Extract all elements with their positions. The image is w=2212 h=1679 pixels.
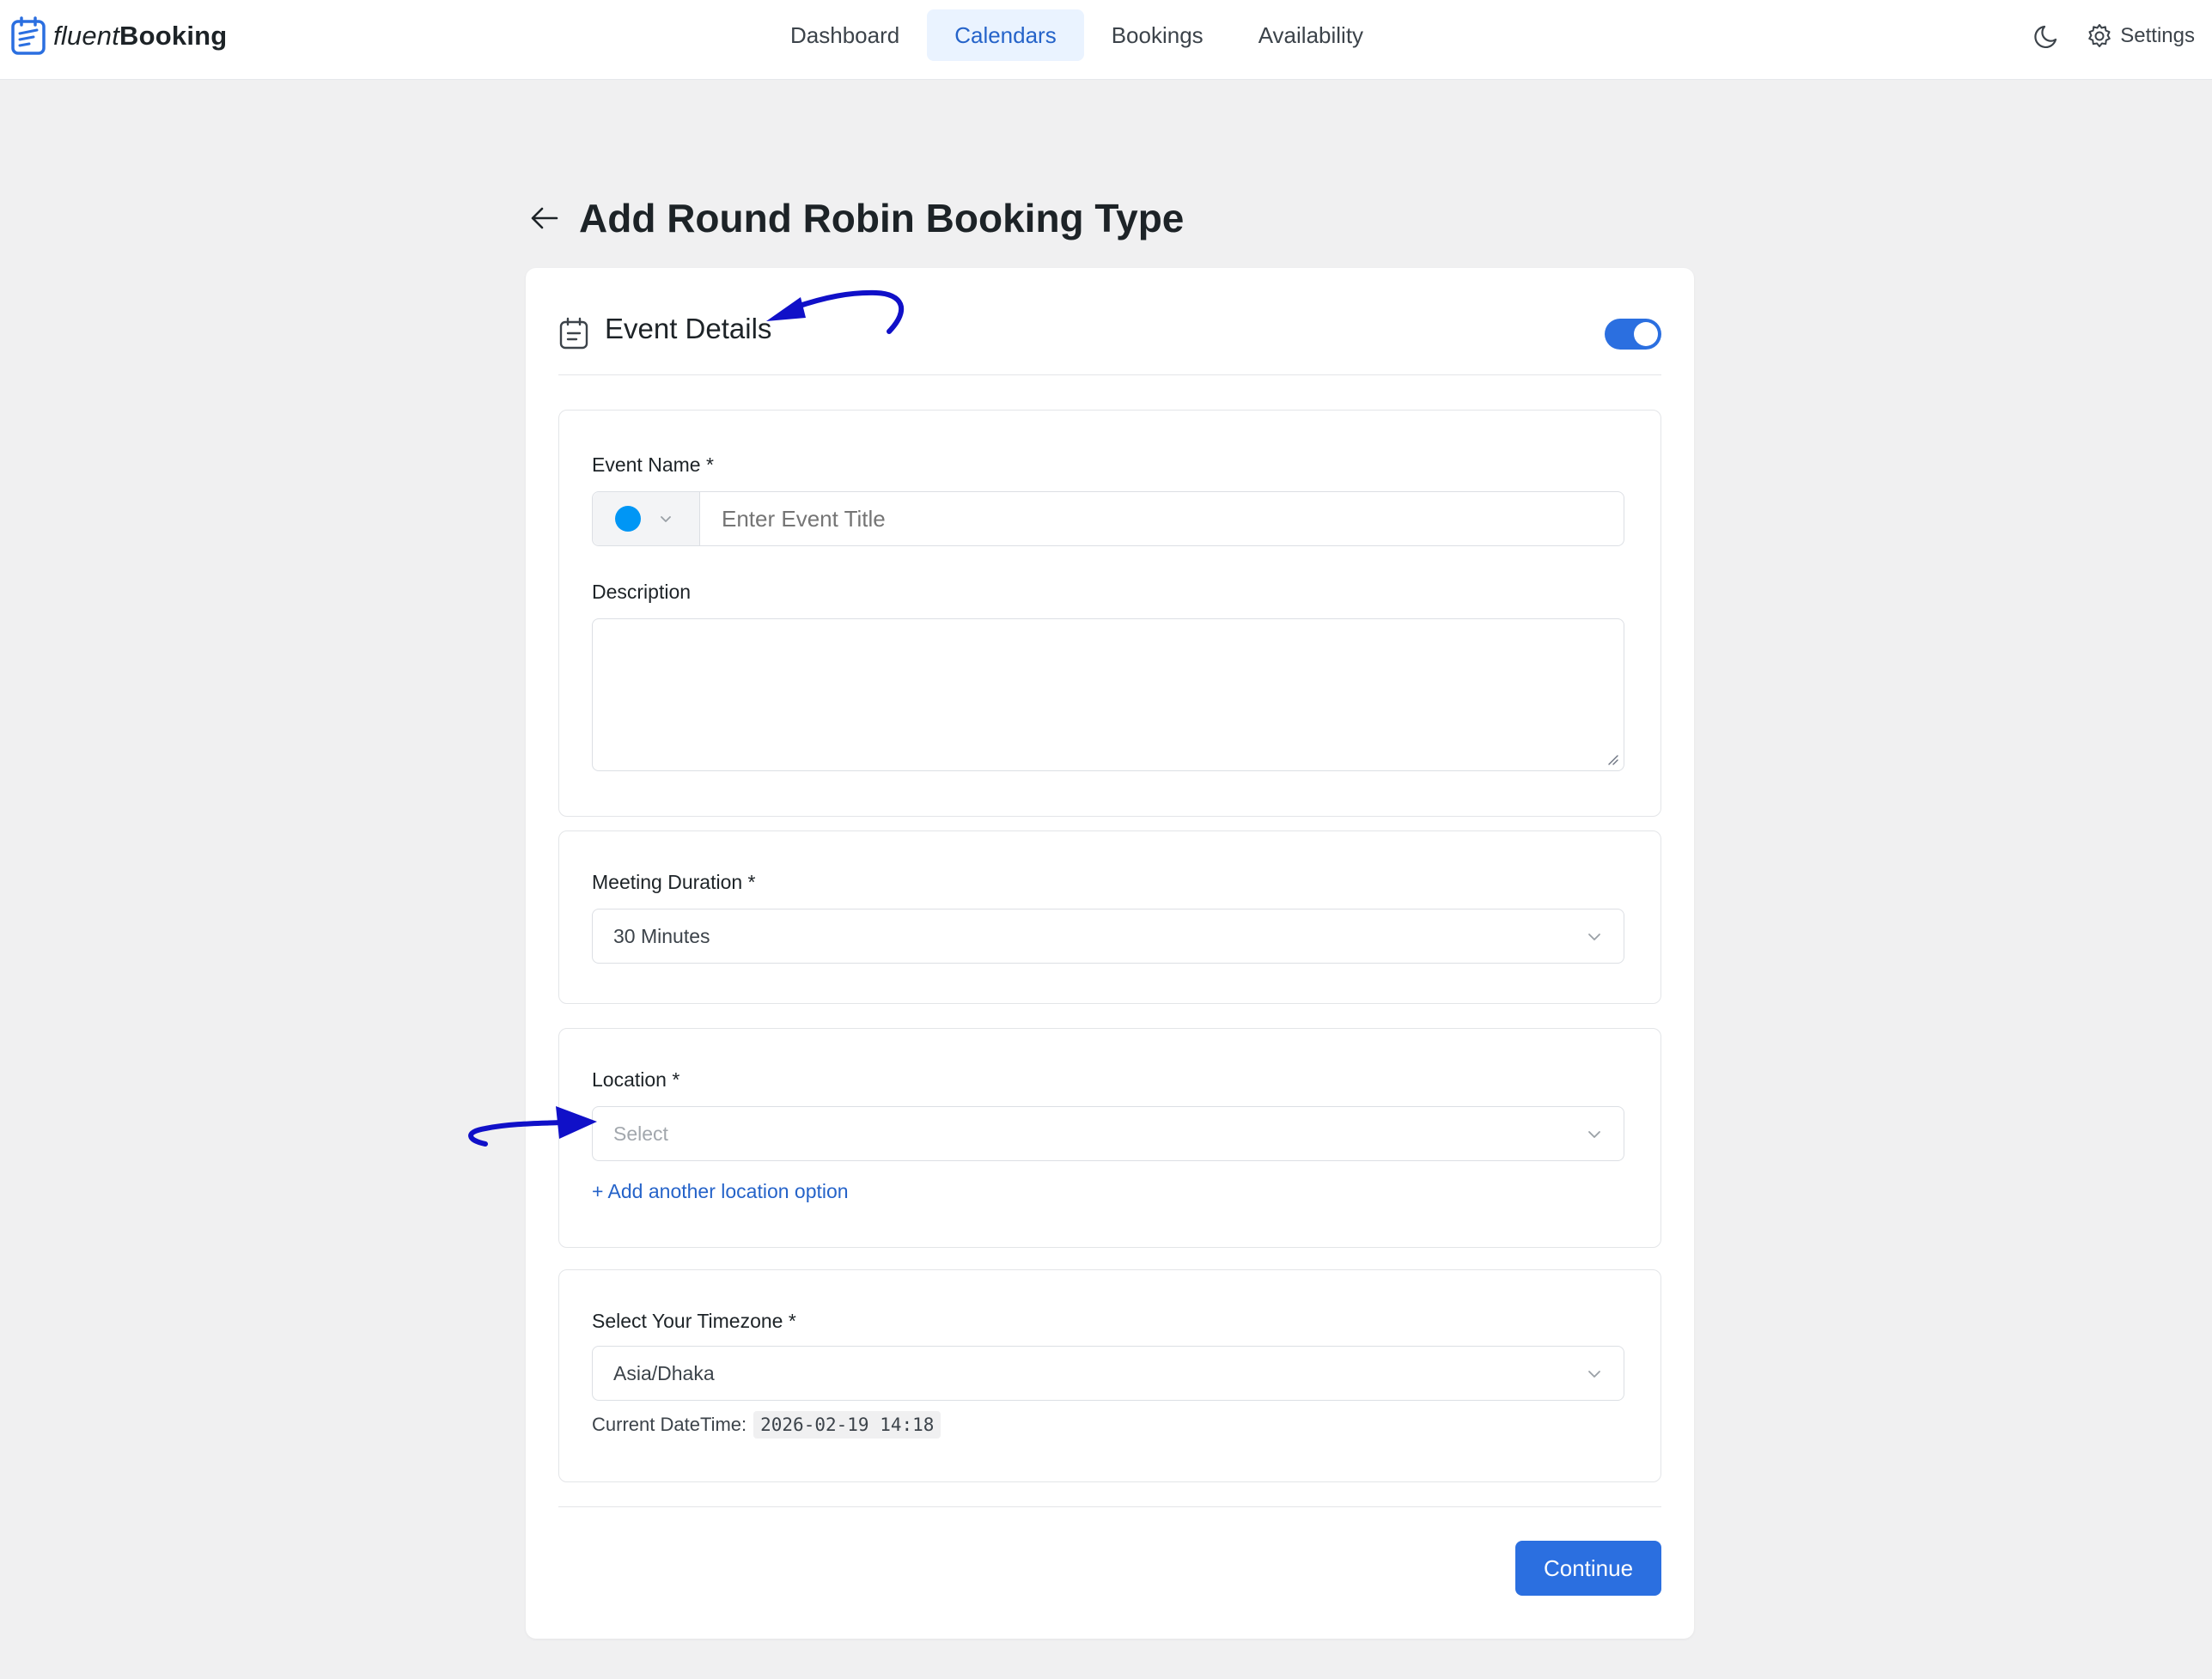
logo-text-prefix: fluent <box>53 21 120 51</box>
back-arrow-icon[interactable] <box>527 201 562 235</box>
current-datetime: Current DateTime: 2026-02-19 14:18 <box>592 1411 941 1439</box>
toggle-knob <box>1634 322 1658 346</box>
event-enabled-toggle[interactable] <box>1605 319 1661 350</box>
card-title: Event Details <box>605 313 772 344</box>
timezone-label: Select Your Timezone * <box>592 1310 796 1332</box>
timezone-section: Select Your Timezone * Asia/Dhaka Curren… <box>558 1269 1661 1482</box>
fluent-booking-logo-icon <box>11 16 46 55</box>
top-right-actions: Settings <box>2032 17 2195 55</box>
gear-icon <box>2088 24 2111 47</box>
event-name-label: Event Name * <box>592 453 714 476</box>
current-datetime-value: 2026-02-19 14:18 <box>753 1411 941 1439</box>
chevron-down-icon <box>1588 934 1600 940</box>
settings-button[interactable]: Settings <box>2086 22 2195 50</box>
calendar-icon <box>559 317 588 350</box>
current-datetime-label: Current DateTime: <box>592 1414 747 1435</box>
chevron-down-icon <box>1588 1131 1600 1138</box>
event-details-card: Event Details Event Name * Description M… <box>526 268 1694 1639</box>
annotation-arrow-icon <box>468 1106 597 1147</box>
location-label: Location * <box>592 1068 680 1091</box>
meeting-duration-label: Meeting Duration * <box>592 871 756 893</box>
chevron-down-icon <box>1588 1371 1600 1378</box>
footer-divider <box>558 1506 1661 1507</box>
resize-handle-icon[interactable] <box>1605 751 1618 765</box>
app-logo[interactable]: fluentBooking <box>10 15 227 57</box>
event-color-swatch <box>615 506 641 532</box>
nav-item-bookings[interactable]: Bookings <box>1084 9 1231 61</box>
chevron-down-icon <box>661 516 671 522</box>
page-heading: Add Round Robin Booking Type <box>527 191 1184 246</box>
meeting-duration-value: 30 Minutes <box>613 925 710 947</box>
event-color-picker[interactable] <box>593 492 700 545</box>
main-nav: Dashboard Calendars Bookings Availabilit… <box>763 9 1391 61</box>
event-name-section: Event Name * Description <box>558 410 1661 817</box>
moon-icon[interactable] <box>2032 21 2062 51</box>
meeting-duration-section: Meeting Duration * 30 Minutes <box>558 830 1661 1004</box>
location-section: Location * Select + Add another location… <box>558 1028 1661 1248</box>
nav-item-dashboard[interactable]: Dashboard <box>763 9 927 61</box>
header-divider <box>558 374 1661 375</box>
nav-item-calendars[interactable]: Calendars <box>927 9 1084 61</box>
settings-label: Settings <box>2120 24 2195 47</box>
location-placeholder: Select <box>613 1122 668 1145</box>
event-name-field <box>592 491 1624 546</box>
page-title: Add Round Robin Booking Type <box>579 196 1185 240</box>
nav-item-availability[interactable]: Availability <box>1231 9 1391 61</box>
description-label: Description <box>592 581 692 603</box>
annotation-arrow-icon <box>766 289 905 334</box>
logo-text-suffix: Booking <box>119 21 228 51</box>
description-textarea[interactable] <box>592 618 1624 771</box>
top-navigation-bar: fluentBooking Dashboard Calendars Bookin… <box>0 0 2212 80</box>
timezone-select[interactable]: Asia/Dhaka <box>592 1346 1624 1401</box>
continue-button[interactable]: Continue <box>1515 1541 1661 1596</box>
location-select[interactable]: Select <box>592 1106 1624 1161</box>
event-title-input[interactable] <box>722 492 1581 545</box>
logo-text: fluentBooking <box>53 21 227 52</box>
add-location-link[interactable]: + Add another location option <box>592 1180 849 1203</box>
timezone-value: Asia/Dhaka <box>613 1362 715 1384</box>
meeting-duration-select[interactable]: 30 Minutes <box>592 909 1624 964</box>
card-header: Event Details <box>558 304 1661 364</box>
